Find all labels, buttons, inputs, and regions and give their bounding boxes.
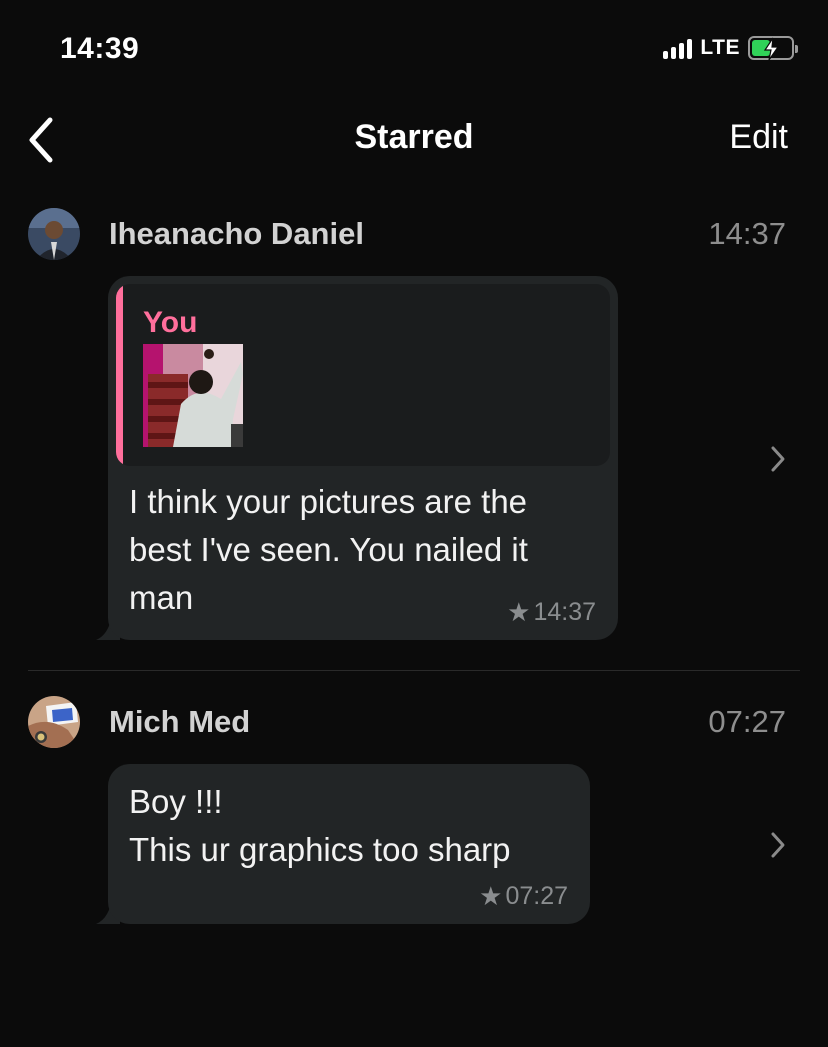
message-time: 07:27	[505, 882, 568, 910]
avatar	[28, 696, 80, 748]
message-date: 14:37	[708, 216, 786, 251]
star-icon: ★	[507, 597, 531, 627]
signal-icon	[663, 37, 693, 59]
network-label: LTE	[700, 36, 740, 59]
battery-icon	[748, 36, 798, 61]
message-meta: ★ 14:37	[507, 597, 596, 628]
quote-author: You	[143, 306, 198, 339]
edit-button[interactable]: Edit	[729, 118, 788, 157]
message-meta: ★ 07:27	[479, 881, 568, 912]
quote-thumbnail[interactable]	[143, 344, 243, 447]
page-title: Starred	[354, 118, 474, 156]
avatar	[28, 208, 80, 260]
divider	[28, 670, 800, 671]
chevron-right-icon[interactable]	[768, 830, 788, 860]
message-bubble[interactable]: You I think your pictures are the best I…	[108, 276, 618, 640]
status-indicators: LTE	[663, 36, 798, 61]
message-text: Boy !!! This ur graphics too sharp	[129, 783, 511, 868]
sender-name: Mich Med	[109, 704, 251, 739]
message-time: 14:37	[533, 598, 596, 626]
starred-messages-screen: 14:39 LTE Starred Edit Iheanacho Daniel	[0, 0, 828, 1047]
message-text: I think your pictures are the best I've …	[129, 483, 528, 616]
message-date: 07:27	[708, 704, 786, 739]
status-time: 14:39	[60, 32, 140, 65]
sender-name: Iheanacho Daniel	[109, 216, 364, 251]
chevron-right-icon[interactable]	[768, 444, 788, 474]
quoted-message[interactable]: You	[116, 284, 610, 466]
message-bubble[interactable]: Boy !!! This ur graphics too sharp ★ 07:…	[108, 764, 590, 924]
quote-accent-bar	[116, 284, 123, 466]
star-icon: ★	[479, 881, 503, 911]
